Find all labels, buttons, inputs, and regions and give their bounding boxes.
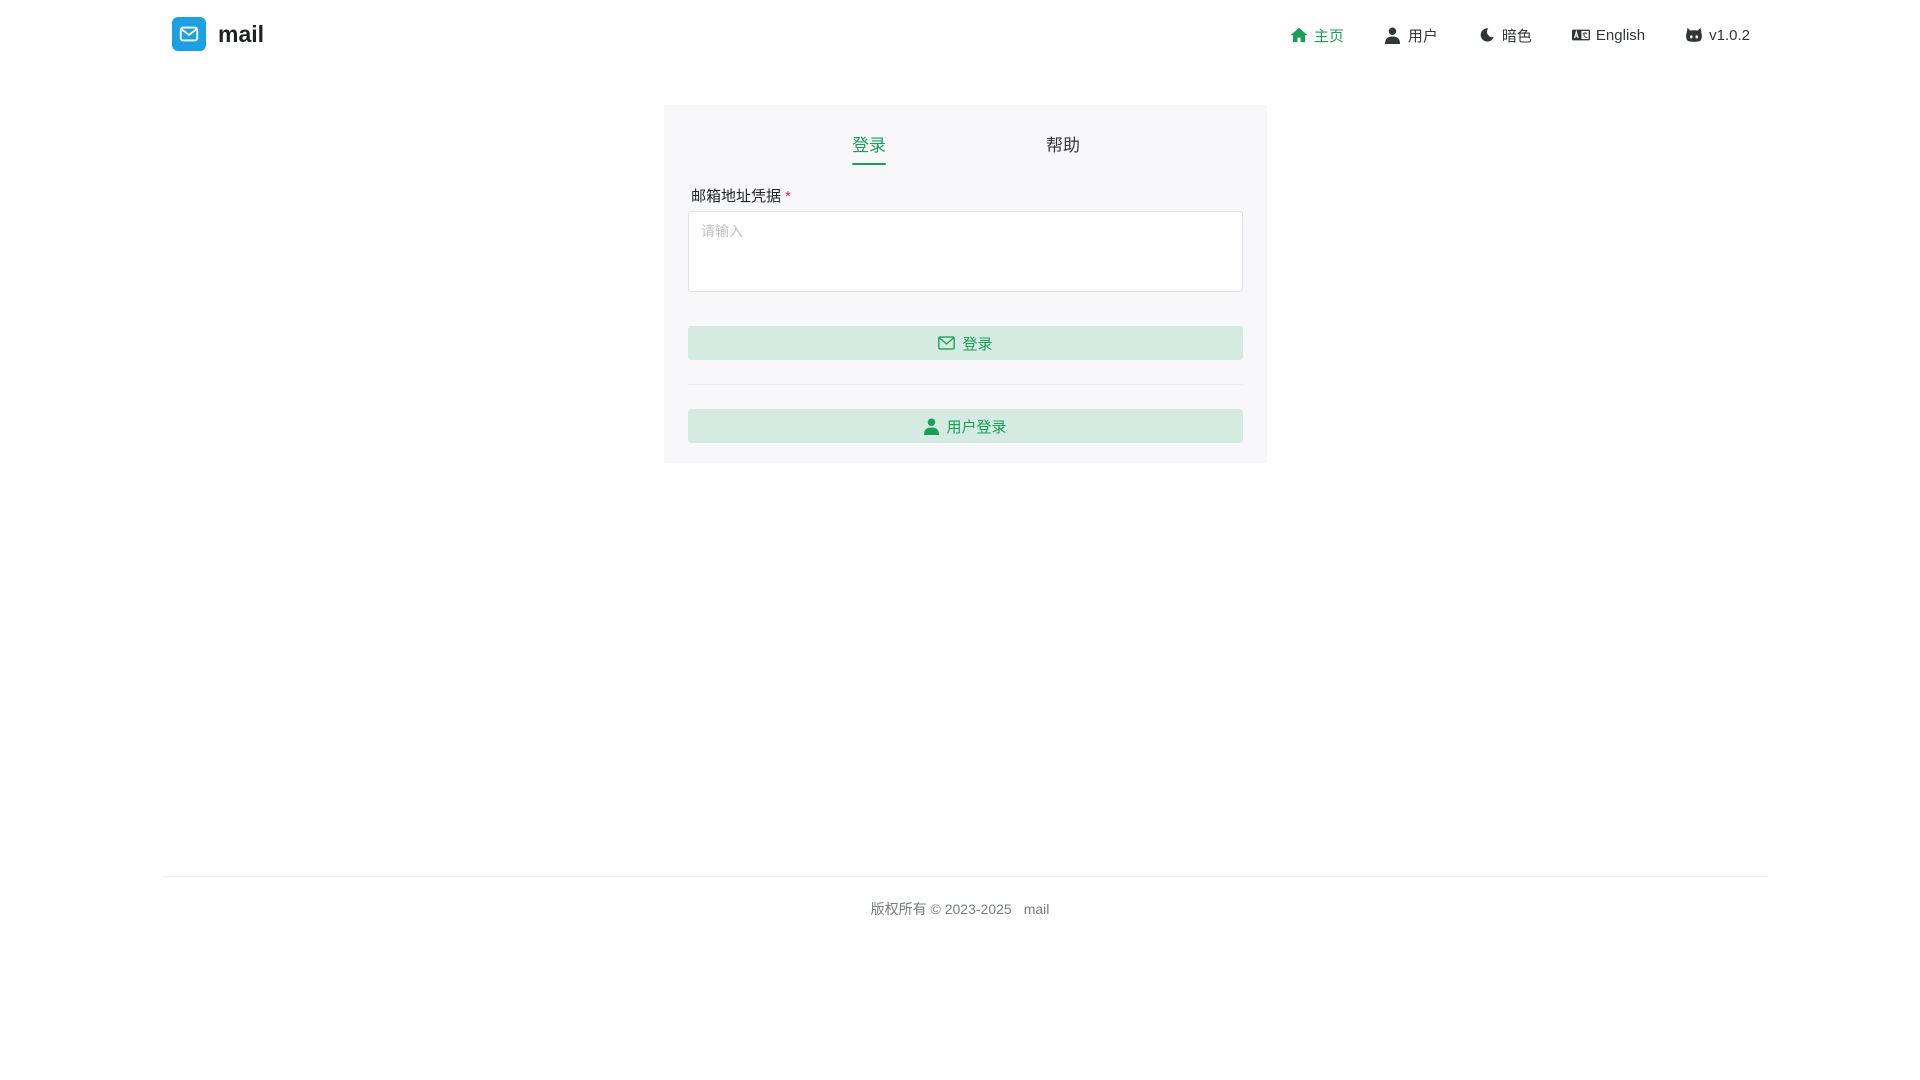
- language-icon: [1571, 26, 1590, 44]
- mail-logo-icon: [172, 17, 206, 51]
- nav-item-label: 暗色: [1501, 27, 1532, 45]
- credential-textarea[interactable]: [689, 212, 1242, 291]
- envelope-icon: [938, 336, 956, 350]
- tab-active-indicator: [852, 163, 886, 165]
- nav-item-label: English: [1595, 26, 1646, 44]
- credential-label: 邮箱地址凭据 *: [691, 185, 791, 206]
- login-card: 登录 帮助 邮箱地址凭据* 登录 用户登录: [664, 105, 1267, 463]
- divider: [688, 384, 1243, 385]
- tab-login[interactable]: 登录: [852, 135, 886, 165]
- home-icon: [1290, 26, 1308, 44]
- login-button-label: 登录: [962, 335, 993, 353]
- footer-app-name: mail: [1023, 901, 1050, 917]
- nav-item-label: 主页: [1313, 27, 1344, 45]
- nav-item-user[interactable]: 用户: [1384, 25, 1438, 46]
- credential-field: [688, 211, 1243, 292]
- footer-copyright: 版权所有 © 2023-2025: [870, 901, 1012, 917]
- user-icon: [924, 418, 940, 435]
- footer-divider: [162, 876, 1768, 877]
- nav-item-home[interactable]: 主页: [1290, 25, 1344, 46]
- brand[interactable]: mail: [172, 17, 264, 51]
- user-icon: [1384, 26, 1402, 44]
- moon-icon: [1478, 26, 1496, 44]
- footer: 版权所有 © 2023-2025 mail: [0, 899, 1920, 919]
- github-icon: [1685, 26, 1703, 44]
- user-login-button-label: 用户登录: [946, 418, 1007, 436]
- nav-item-version[interactable]: v1.0.2: [1685, 26, 1750, 44]
- top-header: mail 主页 用户 暗色 English v1.0.2: [0, 0, 1920, 70]
- tab-label: 登录: [852, 136, 886, 155]
- nav-item-label: v1.0.2: [1709, 26, 1750, 44]
- nav-item-label: 用户: [1407, 27, 1438, 45]
- required-mark: *: [785, 188, 791, 205]
- top-nav: 主页 用户 暗色 English v1.0.2: [1290, 23, 1750, 47]
- nav-item-language[interactable]: English: [1571, 26, 1646, 44]
- nav-item-dark-mode[interactable]: 暗色: [1478, 25, 1532, 46]
- tab-bar: 登录 帮助: [664, 105, 1267, 170]
- tab-help[interactable]: 帮助: [1046, 135, 1080, 165]
- brand-name: mail: [218, 20, 265, 47]
- credential-label-text: 邮箱地址凭据: [691, 188, 782, 205]
- tab-label: 帮助: [1046, 136, 1080, 155]
- user-login-button[interactable]: 用户登录: [688, 409, 1243, 443]
- login-button[interactable]: 登录: [688, 326, 1243, 360]
